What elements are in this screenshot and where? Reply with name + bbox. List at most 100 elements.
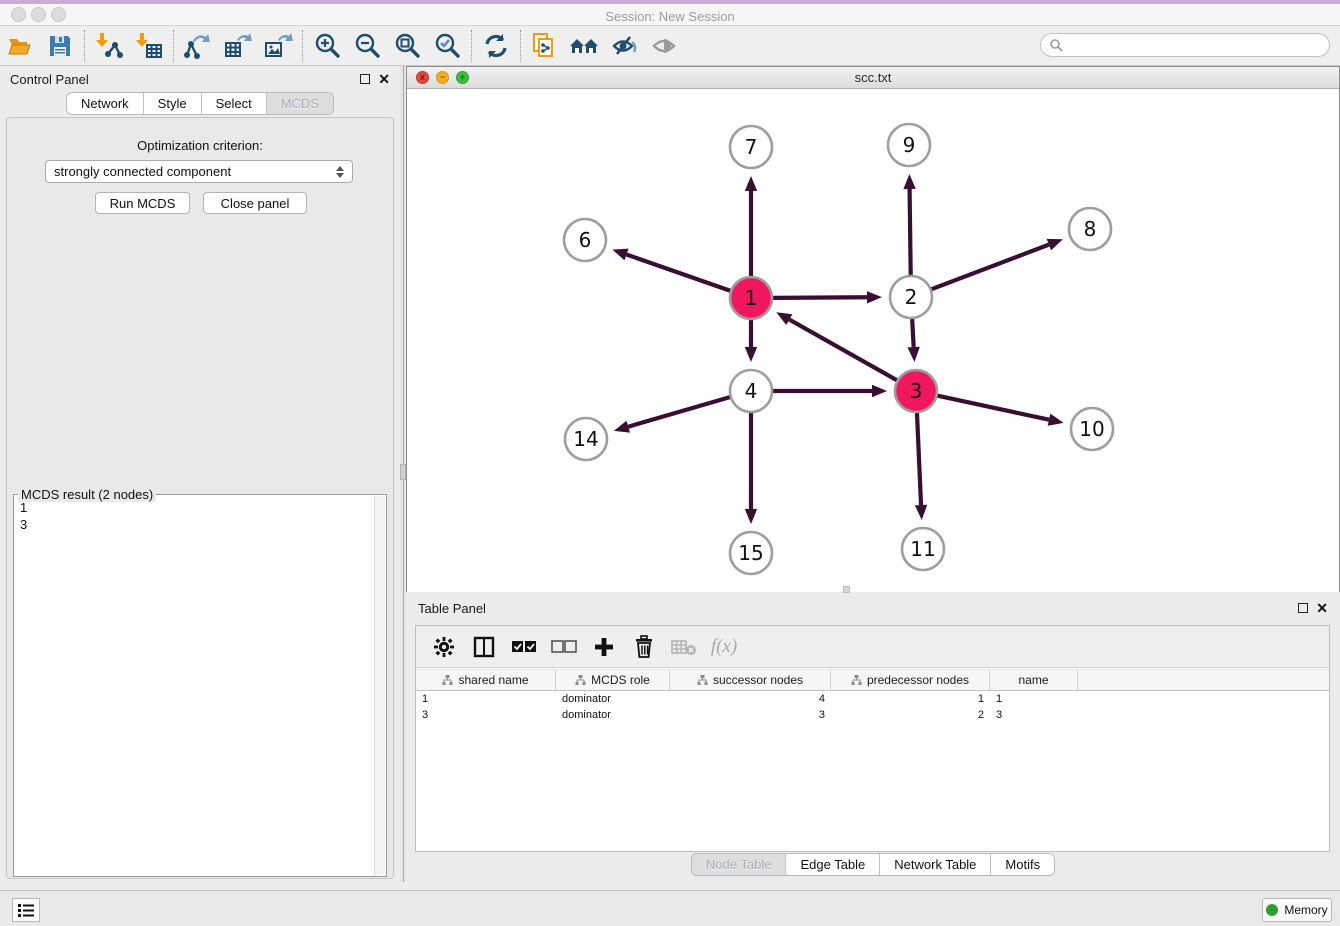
- graph-node-label: 14: [573, 427, 598, 451]
- search-input[interactable]: [1063, 38, 1329, 52]
- deselect-all-columns-icon[interactable]: [546, 630, 582, 664]
- table-cell[interactable]: 1: [990, 693, 1078, 705]
- graph-edge-2-9[interactable]: [910, 189, 911, 275]
- table-cell[interactable]: 3: [670, 709, 831, 721]
- search-box[interactable]: [1040, 33, 1330, 57]
- network-window-titlebar[interactable]: x − + scc.txt: [407, 67, 1339, 89]
- graph-edge-3-1[interactable]: [789, 320, 897, 381]
- table-cell[interactable]: 3: [990, 709, 1078, 721]
- network-graph[interactable]: 7968124314101511: [407, 89, 1339, 592]
- add-column-icon[interactable]: [586, 630, 622, 664]
- graph-node-label: 1: [745, 286, 758, 310]
- tab-network-table[interactable]: Network Table: [880, 854, 991, 875]
- hierarchy-icon: [697, 675, 708, 686]
- export-network-icon[interactable]: [178, 28, 218, 64]
- close-panel-icon[interactable]: ✕: [378, 74, 390, 84]
- refresh-icon[interactable]: [476, 28, 516, 64]
- table-cell[interactable]: 1: [831, 693, 990, 705]
- tab-network[interactable]: Network: [67, 93, 144, 114]
- tab-edge-table[interactable]: Edge Table: [786, 854, 880, 875]
- show-graphics-icon[interactable]: [645, 28, 685, 64]
- graph-edge-2-8[interactable]: [932, 245, 1049, 290]
- list-icon: [17, 902, 35, 918]
- column-header-MCDS-role[interactable]: MCDS role: [556, 670, 670, 690]
- edge-arrowhead-icon: [915, 505, 927, 520]
- table-row[interactable]: 1dominator411: [416, 691, 1329, 707]
- table-cell[interactable]: 3: [416, 709, 556, 721]
- edge-arrowhead-icon: [867, 291, 882, 303]
- tab-motifs[interactable]: Motifs: [991, 854, 1054, 875]
- mcds-result-scrollbar[interactable]: [374, 496, 385, 875]
- select-stepper-icon: [336, 166, 344, 178]
- close-panel-button[interactable]: Close panel: [203, 192, 307, 214]
- select-all-columns-icon[interactable]: [506, 630, 542, 664]
- export-image-icon[interactable]: [258, 28, 298, 64]
- graph-edge-2-3[interactable]: [912, 319, 913, 347]
- function-builder-icon: f(x): [706, 630, 742, 664]
- table-cell[interactable]: dominator: [556, 709, 670, 721]
- table-row[interactable]: 3dominator323: [416, 707, 1329, 723]
- mcds-result-text[interactable]: 1 3: [16, 499, 373, 874]
- tab-select[interactable]: Select: [202, 93, 267, 114]
- zoom-in-icon[interactable]: [307, 28, 347, 64]
- zoom-out-icon[interactable]: [347, 28, 387, 64]
- edge-arrowhead-icon: [612, 249, 628, 261]
- run-mcds-button[interactable]: Run MCDS: [95, 192, 190, 214]
- main-toolbar: [0, 26, 1340, 66]
- home-icon[interactable]: [565, 28, 605, 64]
- zoom-fit-icon[interactable]: [387, 28, 427, 64]
- graph-node-label: 2: [905, 285, 918, 309]
- mcds-panel: Optimization criterion: strongly connect…: [6, 117, 394, 879]
- graph-node-label: 10: [1079, 417, 1104, 441]
- float-panel-icon[interactable]: [1298, 603, 1308, 613]
- table-cell[interactable]: 2: [831, 709, 990, 721]
- import-network-icon[interactable]: [89, 28, 129, 64]
- column-header-successor-nodes[interactable]: successor nodes: [670, 670, 831, 690]
- copy-network-icon[interactable]: [525, 28, 565, 64]
- close-panel-icon[interactable]: ✕: [1316, 603, 1328, 613]
- float-panel-icon[interactable]: [360, 74, 370, 84]
- edge-arrowhead-icon: [745, 509, 757, 524]
- window-title: Session: New Session: [0, 9, 1340, 24]
- toolbar-separator: [84, 30, 85, 62]
- graph-edge-3-10[interactable]: [938, 396, 1049, 420]
- column-header-name[interactable]: name: [990, 670, 1078, 690]
- node-table[interactable]: shared nameMCDS rolesuccessor nodesprede…: [416, 669, 1329, 723]
- column-header-predecessor-nodes[interactable]: predecessor nodes: [831, 670, 990, 690]
- table-cell[interactable]: 1: [416, 693, 556, 705]
- tab-mcds[interactable]: MCDS: [267, 93, 333, 114]
- columns-icon[interactable]: [466, 630, 502, 664]
- zoom-selected-icon[interactable]: [427, 28, 467, 64]
- delete-column-icon[interactable]: [626, 630, 662, 664]
- graph-node-label: 4: [745, 379, 758, 403]
- toolbar-separator: [302, 30, 303, 62]
- graph-node-label: 8: [1084, 217, 1097, 241]
- memory-status-icon: [1266, 904, 1278, 916]
- window-titlebar: Session: New Session: [0, 4, 1340, 26]
- graph-edge-4-14[interactable]: [628, 397, 730, 427]
- graph-edge-1-2[interactable]: [773, 297, 867, 298]
- hierarchy-icon: [442, 675, 453, 686]
- network-canvas[interactable]: 7968124314101511: [407, 89, 1339, 592]
- edge-arrowhead-icon: [745, 347, 757, 362]
- graph-edge-3-11[interactable]: [917, 413, 921, 505]
- table-cell[interactable]: 4: [670, 693, 831, 705]
- table-header[interactable]: shared nameMCDS rolesuccessor nodesprede…: [416, 669, 1329, 691]
- tab-node-table[interactable]: Node Table: [692, 854, 787, 875]
- gear-icon[interactable]: [426, 630, 462, 664]
- column-header-shared-name[interactable]: shared name: [416, 670, 556, 690]
- network-resize-grip[interactable]: [843, 586, 850, 593]
- import-table-icon[interactable]: [129, 28, 169, 64]
- graph-edge-1-6[interactable]: [627, 255, 731, 291]
- open-session-icon[interactable]: [0, 28, 40, 64]
- criterion-select[interactable]: strongly connected component: [45, 160, 353, 183]
- tab-style[interactable]: Style: [144, 93, 202, 114]
- save-session-icon[interactable]: [40, 28, 80, 64]
- memory-button[interactable]: Memory: [1262, 898, 1332, 922]
- hide-labels-icon[interactable]: [605, 28, 645, 64]
- control-panel-title: Control Panel: [10, 72, 89, 87]
- table-cell[interactable]: dominator: [556, 693, 670, 705]
- control-panel-titlebar: Control Panel ✕: [0, 66, 400, 92]
- task-history-button[interactable]: [12, 898, 40, 922]
- export-table-icon[interactable]: [218, 28, 258, 64]
